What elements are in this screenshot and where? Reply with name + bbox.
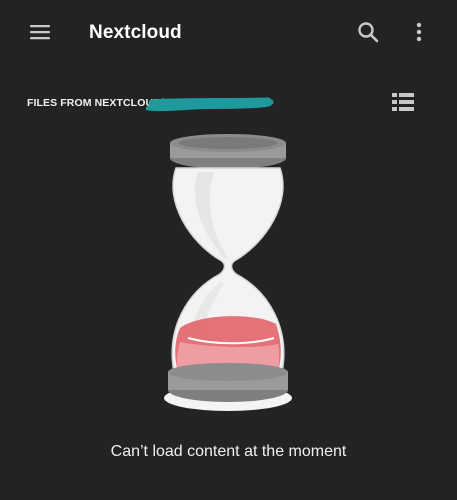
search-button[interactable] — [348, 14, 388, 50]
list-view-toggle[interactable] — [388, 90, 418, 114]
hamburger-menu-icon — [30, 25, 50, 40]
more-vertical-icon — [416, 22, 422, 42]
app-title: Nextcloud — [89, 22, 182, 43]
redaction-scribble — [146, 97, 274, 112]
hourglass-icon — [164, 134, 292, 411]
empty-state-message: Can’t load content at the moment — [110, 443, 347, 460]
list-view-icon — [392, 93, 414, 111]
more-options-button[interactable] — [402, 14, 436, 50]
search-icon — [358, 22, 379, 43]
breadcrumb: FILES FROM NEXTCLOUD/ — [0, 84, 457, 118]
menu-button[interactable] — [20, 14, 60, 50]
app-bar: Nextcloud — [0, 0, 457, 66]
